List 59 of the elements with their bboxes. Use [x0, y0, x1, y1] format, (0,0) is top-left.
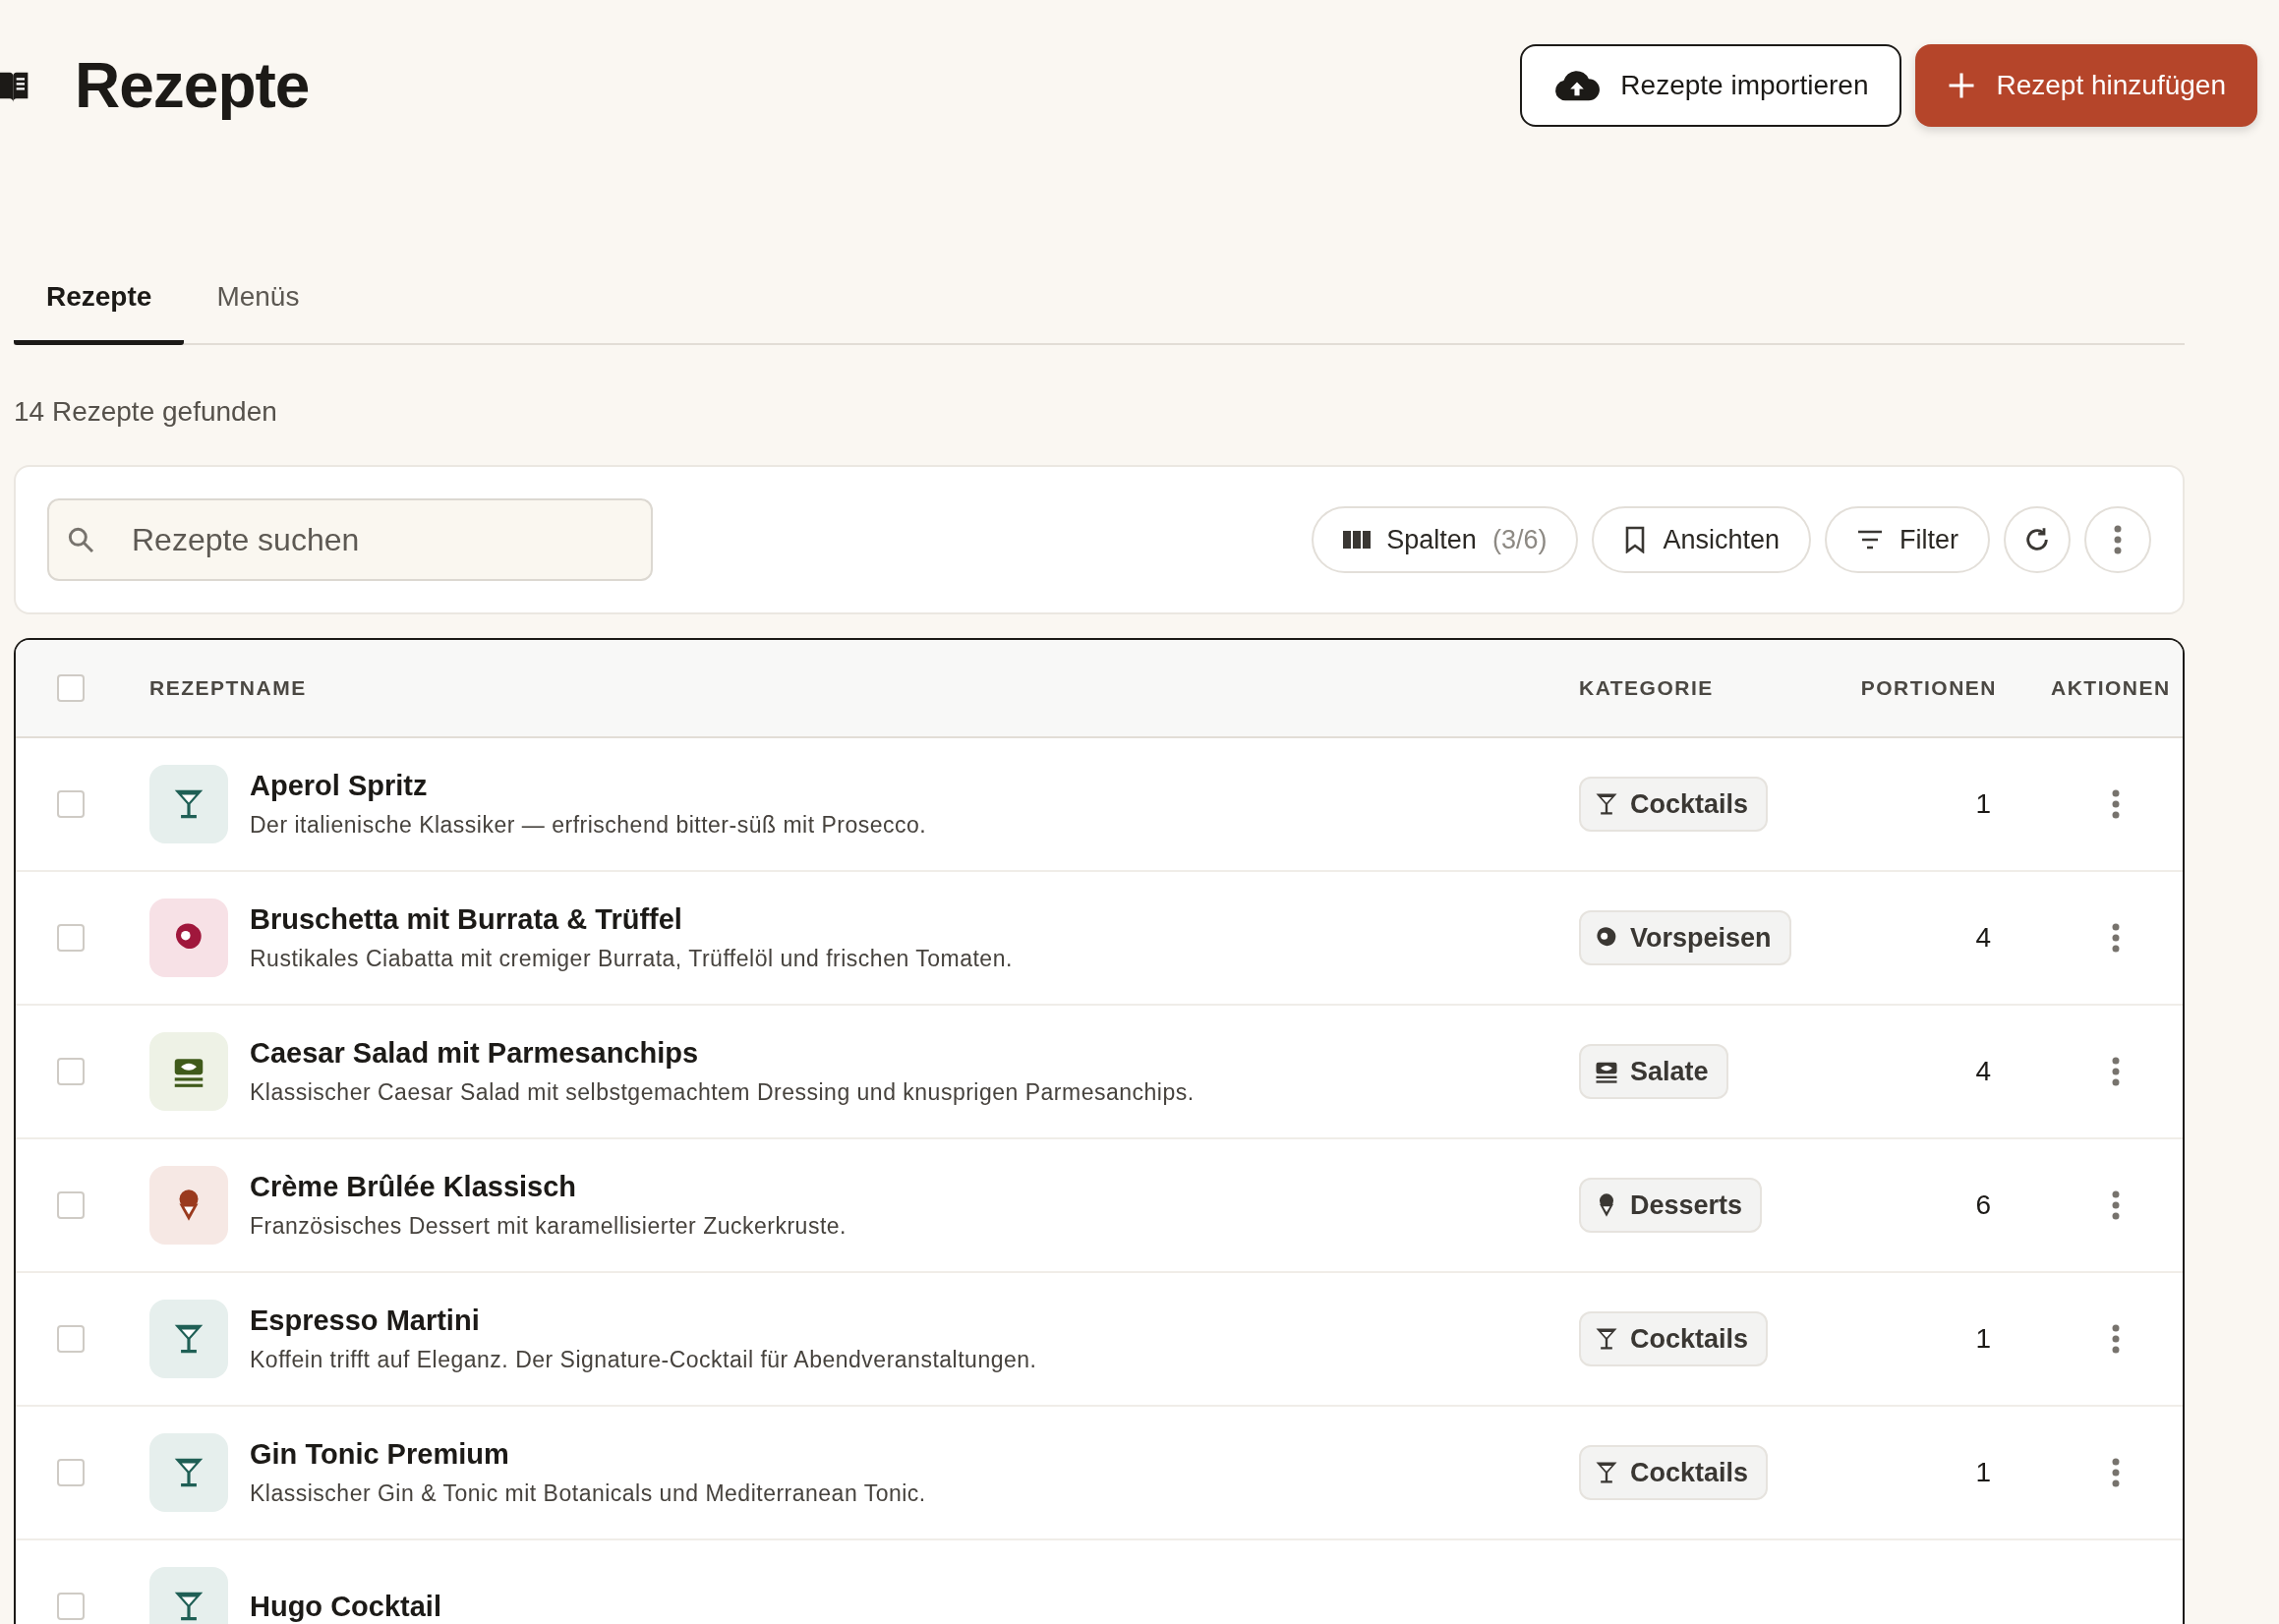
category-badge: Cocktails — [1579, 1445, 1769, 1500]
recipe-description: Französisches Dessert mit karamellisierter Zuckerkruste. — [250, 1213, 847, 1240]
row-checkbox[interactable] — [57, 924, 85, 952]
row-checkbox[interactable] — [57, 790, 85, 818]
recipe-name: Bruschetta mit Burrata & Trüffel — [250, 903, 683, 936]
row-checkbox[interactable] — [57, 1459, 85, 1486]
category-badge: Vorspeisen — [1579, 910, 1791, 965]
columns-icon — [1343, 529, 1372, 551]
recipe-name: Gin Tonic Premium — [250, 1438, 510, 1471]
more-icon — [2114, 525, 2122, 554]
recipe-name: Hugo Cocktail — [250, 1590, 441, 1623]
more-icon — [2112, 1458, 2120, 1487]
more-icon — [2112, 923, 2120, 953]
filter-icon — [1856, 529, 1884, 551]
filter-button[interactable]: Filter — [1825, 506, 1990, 573]
more-icon — [2112, 1324, 2120, 1354]
recipe-description: Rustikales Ciabatta mit cremiger Burrata, Trüffelöl und frischen Tomaten. — [250, 946, 1013, 972]
recipe-description: Klassischer Caesar Salad mit selbstgemachtem Dressing und knusprigen Parmesanchips. — [250, 1079, 1195, 1106]
row-checkbox[interactable] — [57, 1191, 85, 1219]
portions-value: 4 — [1975, 1056, 1992, 1087]
recipe-description: Koffein trifft auf Eleganz. Der Signature-Cocktail für Abendveranstaltungen. — [250, 1347, 1037, 1373]
row-checkbox[interactable] — [57, 1325, 85, 1353]
views-button[interactable]: Ansichten — [1592, 506, 1811, 573]
plus-icon — [1947, 71, 1977, 100]
portions-value: 1 — [1975, 1457, 1992, 1488]
search-field[interactable]: Rezepte suchen — [47, 498, 653, 581]
category-badge: Desserts — [1579, 1178, 1763, 1233]
more-icon — [2112, 789, 2120, 819]
row-checkbox[interactable] — [57, 1058, 85, 1085]
portions-value: 4 — [1975, 922, 1992, 954]
column-header: REZEPTNAME — [149, 676, 307, 700]
portions-value: 6 — [1975, 1189, 1992, 1221]
portions-value: 1 — [1975, 1323, 1992, 1355]
recipe-name: Aperol Spritz — [250, 770, 429, 802]
row-checkbox[interactable] — [57, 1593, 85, 1620]
refresh-icon — [2023, 526, 2051, 553]
import-button[interactable]: Rezepte importieren — [1520, 44, 1902, 127]
category-badge: Salate — [1579, 1044, 1728, 1099]
portions-value: 1 — [1975, 788, 1992, 820]
select-all-checkbox[interactable] — [57, 674, 85, 702]
page-title: Rezepte — [75, 49, 311, 122]
recipe-name: Espresso Martini — [250, 1305, 481, 1337]
column-header: KATEGORIE — [1579, 676, 1714, 700]
recipe-name: Crème Brûlée Klassisch — [250, 1171, 578, 1203]
recipe-description: Der italienische Klassiker — erfrischend bitter-süß mit Prosecco. — [250, 812, 927, 839]
category-badge: Cocktails — [1579, 1311, 1769, 1366]
result-count: 14 Rezepte gefunden — [14, 396, 278, 428]
add-recipe-button[interactable]: Rezept hinzufügen — [1915, 44, 2257, 127]
more-icon — [2112, 1057, 2120, 1086]
columns-button[interactable]: Spalten (3/6) — [1312, 506, 1579, 573]
category-badge: Cocktails — [1579, 777, 1769, 832]
column-header: PORTIONEN — [1860, 676, 1997, 700]
recipe-name: Caesar Salad mit Parmesanchips — [250, 1037, 700, 1070]
column-header: AKTIONEN — [2050, 676, 2171, 700]
recipe-description: Klassischer Gin & Tonic mit Botanicals und Mediterranean Tonic. — [250, 1480, 926, 1507]
cloud-upload-icon — [1553, 69, 1602, 102]
tab[interactable]: Menüs — [184, 269, 332, 345]
more-icon — [2112, 1190, 2120, 1220]
tab[interactable]: Rezepte — [14, 269, 185, 345]
